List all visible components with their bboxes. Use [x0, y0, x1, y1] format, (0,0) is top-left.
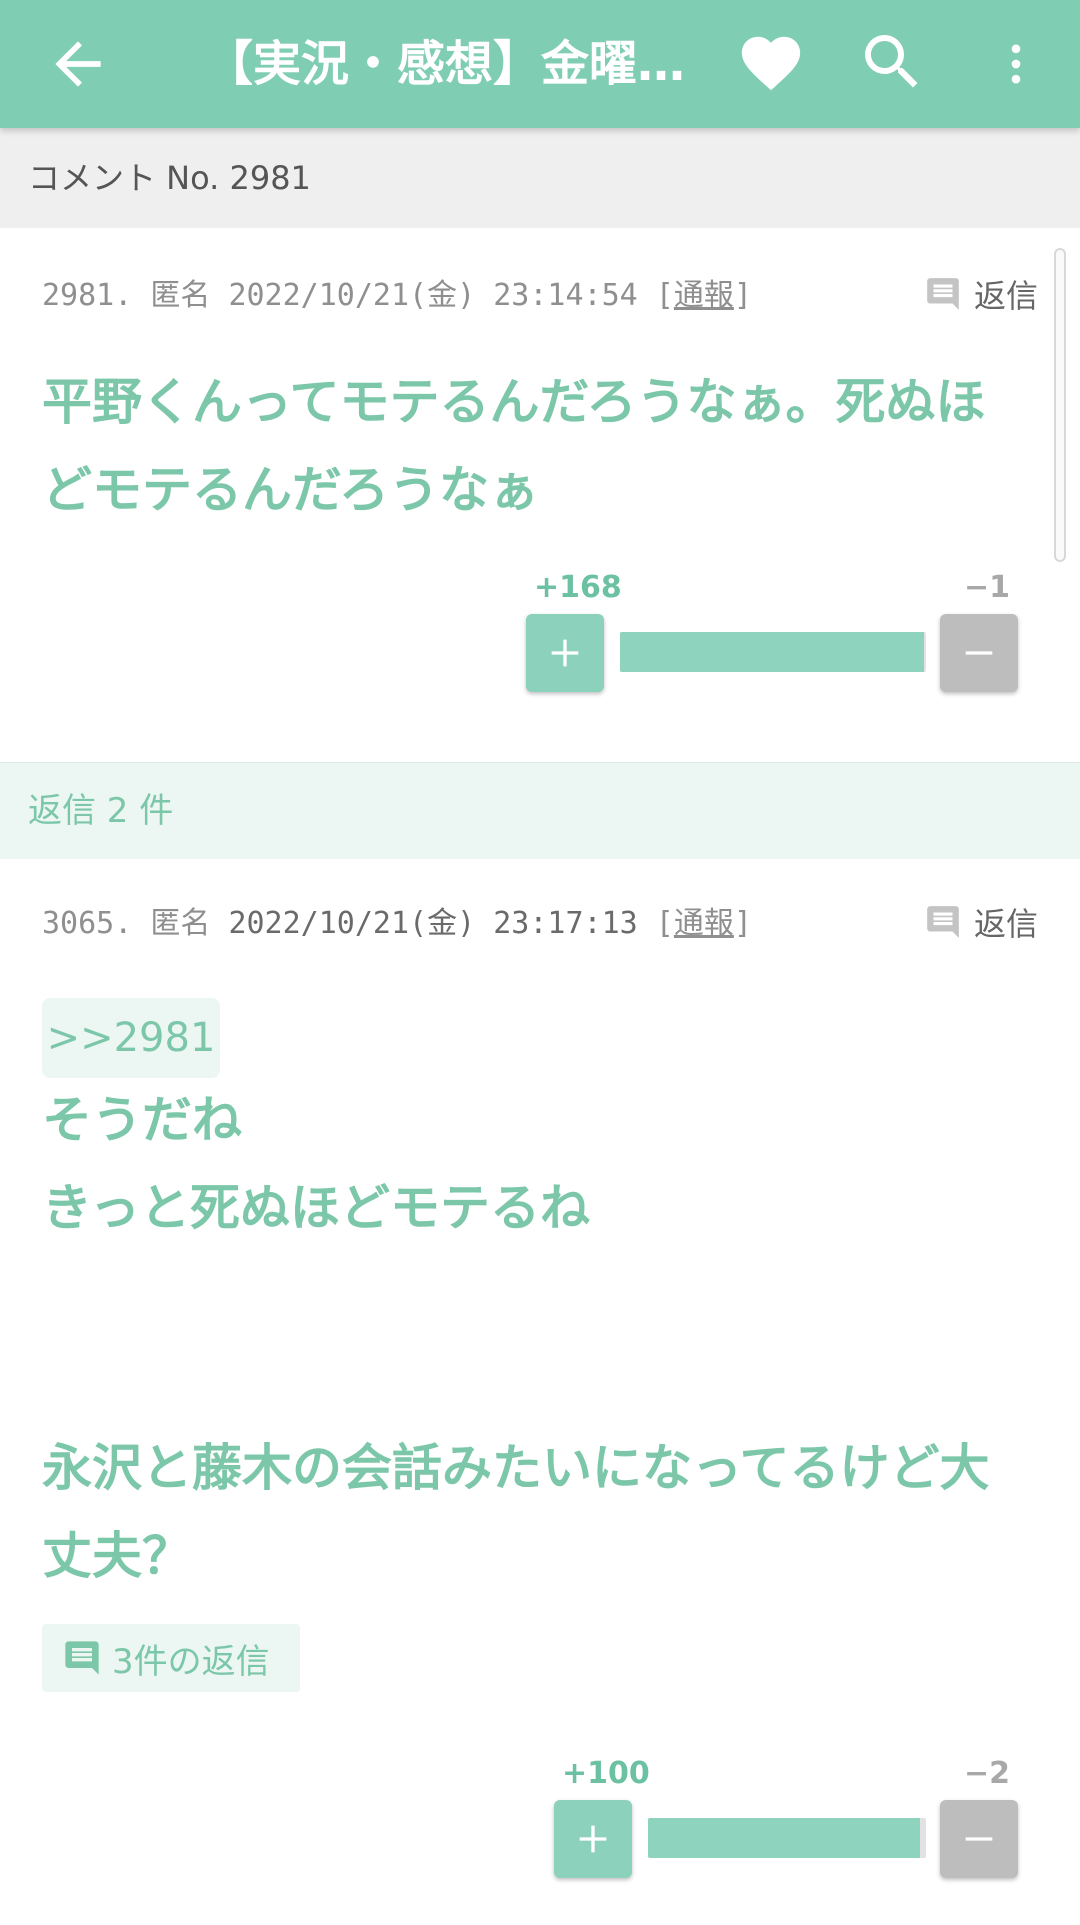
comment-body: 平野くんってモテるんだろうなぁ。死ぬほ どモテるんだろうなぁ: [42, 358, 1042, 534]
view-replies-label: 3件の返信: [112, 1641, 270, 1682]
app-bar: 【実況・感想】金曜…: [0, 0, 1080, 128]
reply-body-second: 永沢と藤木の会話みたいになってるけど大 丈夫？: [42, 1424, 1042, 1600]
comment-body-line: 平野くんってモテるんだろうなぁ。死ぬほ: [42, 373, 986, 431]
report-link[interactable]: 通報: [674, 278, 734, 313]
reply-button[interactable]: 返信: [924, 898, 1038, 946]
view-replies-button[interactable]: 3件の返信: [42, 1624, 300, 1692]
replies-header: 返信 2 件: [0, 762, 1080, 859]
scrollbar[interactable]: [1054, 248, 1066, 562]
comment-icon: [65, 1641, 99, 1675]
comment-author: 匿名: [150, 278, 211, 313]
comment-number-header: コメント No. 2981: [0, 128, 1080, 228]
reply-number: 3065.: [42, 906, 133, 941]
plus-count: +168: [534, 570, 622, 605]
vote-row: +100 −2: [554, 1756, 1020, 1878]
reply-body-line: きっと死ぬほどモテるね: [42, 1179, 590, 1237]
minus-icon: [965, 651, 993, 655]
replies-count-label: 返信 2 件: [28, 791, 174, 831]
heart-icon[interactable]: [736, 28, 806, 98]
comment-meta: 2981. 匿名 2022/10/21(金) 23:14:54 [通報]: [42, 274, 752, 318]
more-vert-icon[interactable]: [990, 28, 1042, 100]
reply-body-line: 丈夫？: [42, 1527, 192, 1585]
comment-number-label: コメント No. 2981: [28, 159, 311, 197]
plus-icon: [579, 1825, 607, 1853]
downvote-button[interactable]: [940, 1800, 1018, 1878]
anchor-link[interactable]: >>2981: [42, 998, 220, 1078]
comment-icon: [927, 906, 959, 938]
vote-ratio-bar: [648, 1818, 926, 1858]
reply-author: 匿名: [150, 906, 211, 941]
reply-body: そうだね きっと死ぬほどモテるね: [42, 1076, 1042, 1252]
reply-button[interactable]: 返信: [924, 270, 1038, 318]
reply-button-label: 返信: [973, 905, 1038, 943]
minus-icon: [965, 1837, 993, 1841]
minus-count: −2: [963, 1756, 1010, 1791]
reply-datetime: 2022/10/21(金) 23:17:13: [228, 906, 638, 941]
upvote-button[interactable]: [554, 1800, 632, 1878]
report-bracket-close: ]: [733, 906, 752, 941]
vote-row: +168 −1: [526, 570, 1020, 692]
report-link[interactable]: 通報: [674, 906, 734, 941]
reply-button-label: 返信: [973, 277, 1038, 315]
comment-icon: [927, 278, 959, 310]
vote-ratio-bar: [620, 632, 926, 672]
downvote-button[interactable]: [940, 614, 1018, 692]
page-title: 【実況・感想】金曜…: [205, 36, 686, 92]
back-arrow-icon[interactable]: [44, 30, 112, 98]
report-bracket-open: [: [655, 906, 674, 941]
plus-icon: [551, 639, 579, 667]
vote-ratio-fill: [648, 1818, 921, 1858]
comment-body-line: どモテるんだろうなぁ: [42, 461, 539, 519]
search-icon[interactable]: [856, 26, 928, 98]
minus-count: −1: [963, 570, 1010, 605]
report-bracket-close: ]: [733, 278, 752, 313]
reply-body-line: そうだね: [42, 1091, 242, 1149]
comment-datetime: 2022/10/21(金) 23:14:54: [228, 278, 638, 313]
comment-number: 2981.: [42, 278, 133, 313]
plus-count: +100: [562, 1756, 650, 1791]
report-bracket-open: [: [655, 278, 674, 313]
upvote-button[interactable]: [526, 614, 604, 692]
reply-meta: 3065. 匿名 2022/10/21(金) 23:17:13 [通報]: [42, 902, 752, 946]
vote-ratio-fill: [620, 632, 925, 672]
reply-body-line: 永沢と藤木の会話みたいになってるけど大: [42, 1439, 990, 1497]
